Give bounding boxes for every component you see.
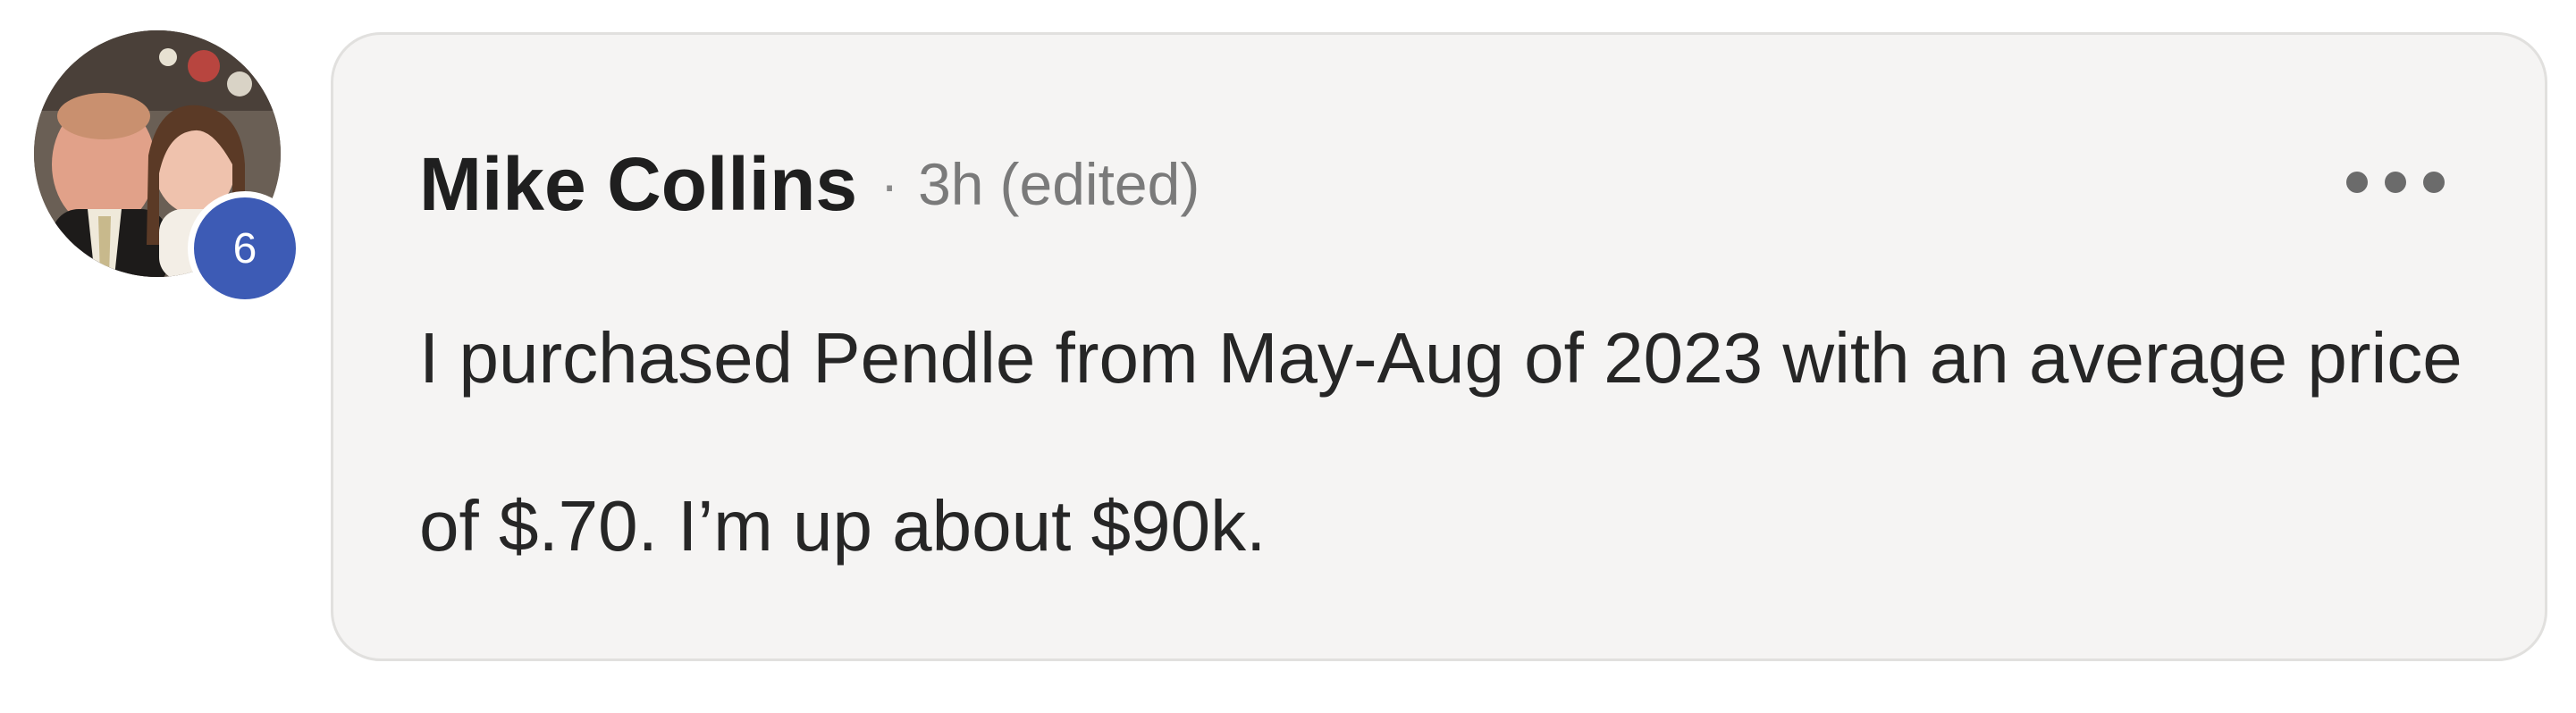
edited-label: (edited): [999, 151, 1200, 217]
comment-header: Mike Collins · 3h (edited): [419, 135, 1200, 233]
comment-row: 6 Mike Collins · 3h (edited) I purchased…: [0, 0, 2576, 713]
comment-text: I purchased Pendle from May-Aug of 2023 …: [419, 318, 2462, 566]
comment-bubble: Mike Collins · 3h (edited) I purchased P…: [331, 32, 2547, 661]
more-dot: [2346, 172, 2368, 193]
avatar-container[interactable]: 6: [34, 30, 302, 306]
more-dot: [2385, 172, 2406, 193]
more-options-icon[interactable]: [2346, 151, 2445, 214]
more-dot: [2423, 172, 2445, 193]
notification-count-badge: 6: [188, 191, 302, 306]
meta-separator: ·: [880, 154, 899, 214]
comment-timestamp[interactable]: 3h: [918, 150, 983, 218]
author-name[interactable]: Mike Collins: [419, 141, 857, 228]
